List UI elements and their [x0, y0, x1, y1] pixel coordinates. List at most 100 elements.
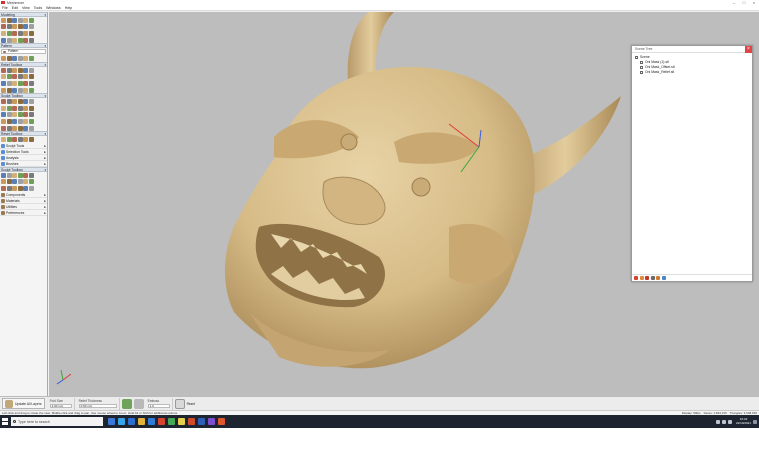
- tool-icon[interactable]: [28, 179, 34, 185]
- section-header[interactable]: Relief Toolbox ▾: [0, 61, 47, 67]
- section-header[interactable]: Reset Toolbox ▾: [0, 131, 47, 137]
- clock[interactable]: 10:42 22/10/2021: [736, 417, 751, 425]
- pinned-app-icon[interactable]: [148, 418, 155, 425]
- tool-icon[interactable]: [17, 56, 23, 62]
- new-icon[interactable]: [634, 276, 638, 280]
- pinned-app-icon[interactable]: [208, 418, 215, 425]
- tool-icon[interactable]: [12, 80, 17, 86]
- pinned-app-icon[interactable]: [108, 418, 115, 425]
- volume-icon[interactable]: [721, 419, 726, 424]
- merge-icon[interactable]: [650, 276, 655, 280]
- smooth-icon[interactable]: [121, 398, 132, 409]
- visibility-checkbox[interactable]: [640, 66, 643, 69]
- visibility-checkbox[interactable]: [635, 56, 638, 59]
- tool-icon[interactable]: [28, 67, 34, 73]
- update-all-layers-button[interactable]: Update All Layers: [2, 398, 45, 409]
- tool-icon[interactable]: [6, 172, 12, 178]
- tool-icon[interactable]: [12, 24, 17, 30]
- tool-icon[interactable]: [28, 24, 34, 30]
- tool-icon[interactable]: [17, 87, 23, 93]
- visibility-checkbox[interactable]: [640, 61, 643, 64]
- menu-file[interactable]: File: [0, 6, 10, 10]
- tool-icon[interactable]: [23, 125, 28, 131]
- tool-icon[interactable]: [1, 87, 6, 93]
- tool-icon[interactable]: [17, 99, 23, 105]
- tool-icon[interactable]: [17, 24, 23, 30]
- pinned-app-icon[interactable]: [168, 418, 175, 425]
- tool-icon[interactable]: [12, 56, 17, 62]
- pinned-app-icon[interactable]: [128, 418, 135, 425]
- tool-icon[interactable]: [17, 67, 23, 73]
- tool-icon[interactable]: [28, 99, 34, 105]
- scene-tree-dialog[interactable]: Scene Tree × Scene Oni Mask (1).stl Oni Ma…: [631, 45, 753, 282]
- tool-icon[interactable]: [17, 74, 23, 80]
- tool-icon[interactable]: [6, 37, 12, 43]
- section-header[interactable]: Pattern ▾: [0, 43, 47, 49]
- tool-icon[interactable]: [1, 125, 6, 131]
- tool-icon[interactable]: [17, 118, 23, 124]
- delete-icon[interactable]: [645, 276, 649, 280]
- tool-icon[interactable]: [17, 37, 23, 43]
- tool-icon[interactable]: [6, 80, 12, 86]
- tool-icon[interactable]: [23, 30, 28, 36]
- tool-icon[interactable]: [23, 74, 28, 80]
- tool-icon[interactable]: [6, 30, 12, 36]
- pinned-app-icon[interactable]: [188, 418, 195, 425]
- network-icon[interactable]: [715, 419, 720, 424]
- menu-tools[interactable]: Tools: [32, 6, 44, 10]
- tool-icon[interactable]: [17, 80, 23, 86]
- tool-icon[interactable]: [6, 112, 12, 118]
- tool-icon[interactable]: [17, 185, 23, 191]
- tool-icon[interactable]: [6, 179, 12, 185]
- tool-icon[interactable]: [1, 185, 6, 191]
- tool-icon[interactable]: [1, 172, 6, 178]
- tool-icon[interactable]: [1, 67, 6, 73]
- tool-icon[interactable]: [23, 118, 28, 124]
- tool-icon[interactable]: [1, 179, 6, 185]
- tool-icon[interactable]: [17, 137, 23, 143]
- tool-icon[interactable]: [6, 67, 12, 73]
- tool-icon[interactable]: [23, 24, 28, 30]
- tool-icon[interactable]: [6, 185, 12, 191]
- relief-thickness-slider[interactable]: 0.50 mm: [78, 403, 117, 408]
- visible-icon[interactable]: [656, 276, 660, 280]
- menu-help[interactable]: Help: [63, 6, 74, 10]
- tool-icon[interactable]: [6, 125, 12, 131]
- tool-icon[interactable]: [28, 185, 34, 191]
- copy-icon[interactable]: [639, 276, 644, 280]
- tool-icon[interactable]: [12, 125, 17, 131]
- reset-icon[interactable]: [174, 398, 185, 409]
- taskbar-search[interactable]: Type here to search: [11, 417, 103, 426]
- tool-icon[interactable]: [17, 172, 23, 178]
- tool-icon[interactable]: [6, 118, 12, 124]
- tool-icon[interactable]: [1, 17, 6, 23]
- tool-icon[interactable]: [12, 67, 17, 73]
- tool-icon[interactable]: [12, 118, 17, 124]
- tool-icon[interactable]: [12, 74, 17, 80]
- tool-icon[interactable]: [1, 112, 6, 118]
- tool-icon[interactable]: [28, 30, 34, 36]
- tool-icon[interactable]: [23, 172, 28, 178]
- fold-size-input[interactable]: 2.00 mm: [49, 403, 72, 408]
- tool-icon[interactable]: [23, 67, 28, 73]
- tool-icon[interactable]: [23, 105, 28, 111]
- tool-icon[interactable]: [28, 125, 34, 131]
- tool-icon[interactable]: [1, 105, 6, 111]
- zoom-icon[interactable]: [661, 276, 666, 280]
- tool-icon[interactable]: [6, 87, 12, 93]
- pinned-app-icon[interactable]: [118, 418, 125, 425]
- tool-icon[interactable]: [23, 17, 28, 23]
- tool-icon[interactable]: [23, 185, 28, 191]
- tool-icon[interactable]: [1, 99, 6, 105]
- tool-icon[interactable]: [6, 56, 12, 62]
- tool-icon[interactable]: [17, 125, 23, 131]
- tool-icon[interactable]: [1, 56, 6, 62]
- tool-icon[interactable]: [12, 87, 17, 93]
- pinned-app-icon[interactable]: [138, 418, 145, 425]
- tool-icon[interactable]: [12, 185, 17, 191]
- tool-icon[interactable]: [17, 179, 23, 185]
- tool-icon[interactable]: [23, 112, 28, 118]
- tool-icon[interactable]: [1, 24, 6, 30]
- tool-icon[interactable]: [12, 37, 17, 43]
- scene-object[interactable]: Oni Mask_Relief.stl: [640, 70, 749, 75]
